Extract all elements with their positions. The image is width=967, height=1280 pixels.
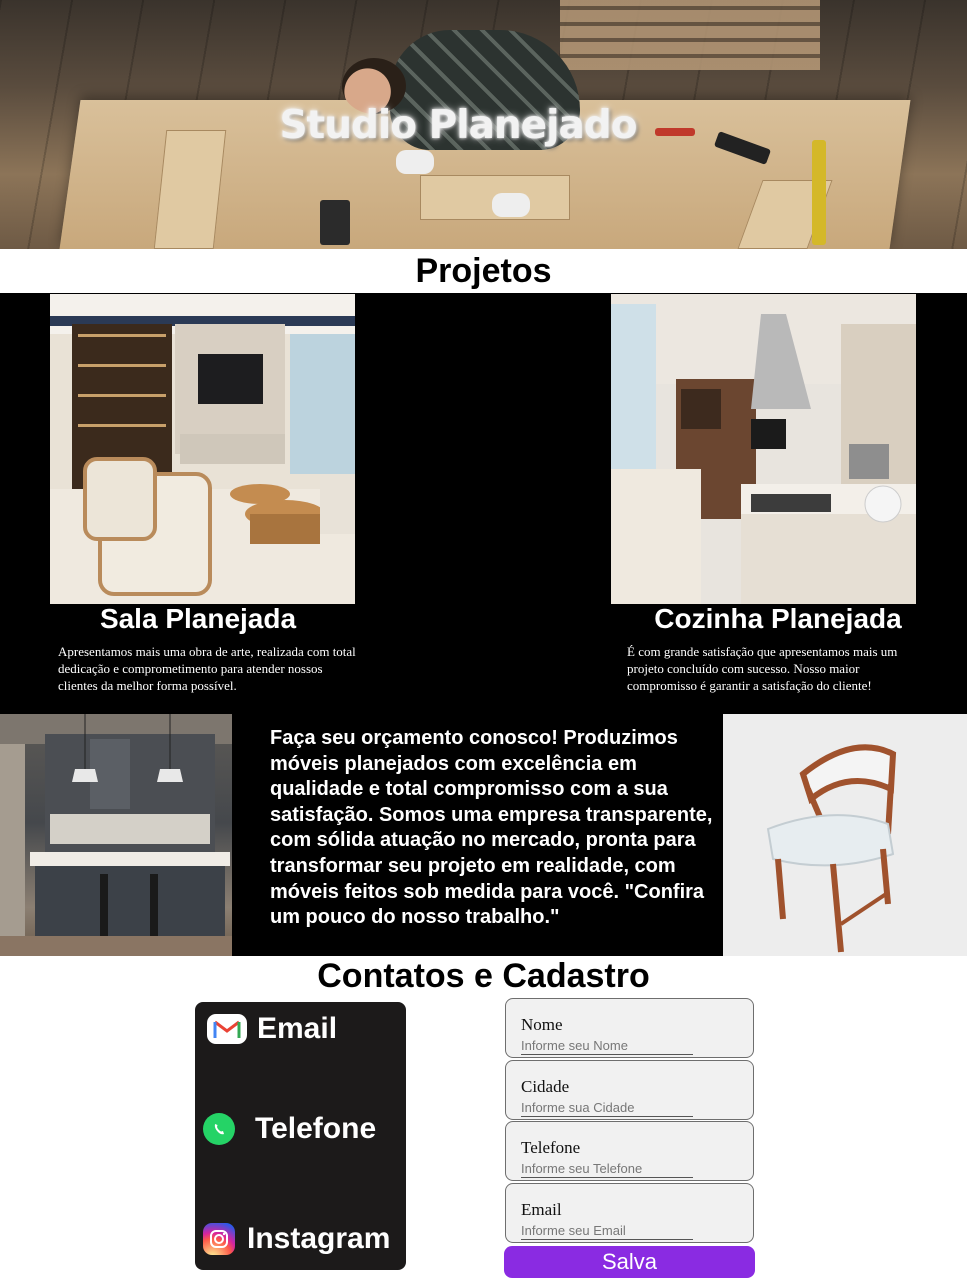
contact-instagram[interactable]: Instagram [203,1222,390,1256]
hero-tool [320,200,350,245]
cozinha-image [611,294,916,604]
sala-description: Apresentamos mais uma obra de arte, real… [58,644,356,693]
chair-image [723,714,967,956]
telefone-label: Telefone [521,1138,581,1157]
sala-title: Sala Planejada [99,603,297,634]
kitchen-island-image [0,714,232,956]
save-button[interactable]: Salva [504,1246,755,1278]
projects-title: Projetos [415,252,552,290]
telefone-input[interactable] [521,1160,693,1178]
gmail-icon [207,1014,247,1044]
sala-image [50,294,355,604]
hero-title: Studio Planejado [279,103,637,148]
email-input[interactable] [521,1222,693,1240]
hero-glove [396,150,434,174]
nome-field: Nome [505,998,754,1058]
email-label: Email [521,1200,562,1219]
contact-email-label: Email [257,1012,338,1045]
cidade-label: Cidade [521,1077,570,1096]
hero-level-tool [812,140,826,245]
projects-section: Sala Planejada Cozinha Planejada Apresen… [0,293,967,714]
email-field: Email [505,1183,754,1243]
contact-email[interactable]: Email [207,1012,337,1046]
cidade-input[interactable] [521,1099,693,1117]
telefone-field: Telefone [505,1121,754,1181]
instagram-icon [203,1223,235,1255]
nome-label: Nome [521,1015,563,1034]
hero-pallet-image [560,0,820,70]
about-text: Faça seu orçamento conosco! Produzimos m… [270,727,713,929]
hero-glove [492,193,530,217]
contact-instagram-label: Instagram [247,1222,391,1255]
cozinha-description: É com grande satisfação que apresentamos… [627,644,898,693]
nome-input[interactable] [521,1037,693,1055]
contact-telefone[interactable]: Telefone [203,1112,376,1146]
hero-banner: Studio Planejado [0,0,967,249]
cozinha-title: Cozinha Planejada [654,603,902,634]
contacts-panel: Email Telefone Instagram [195,1002,406,1270]
about-section: Faça seu orçamento conosco! Produzimos m… [0,714,967,956]
cidade-field: Cidade [505,1060,754,1120]
contact-telefone-label: Telefone [255,1112,377,1145]
contacts-title: Contatos e Cadastro [317,957,650,995]
whatsapp-icon [203,1113,235,1145]
